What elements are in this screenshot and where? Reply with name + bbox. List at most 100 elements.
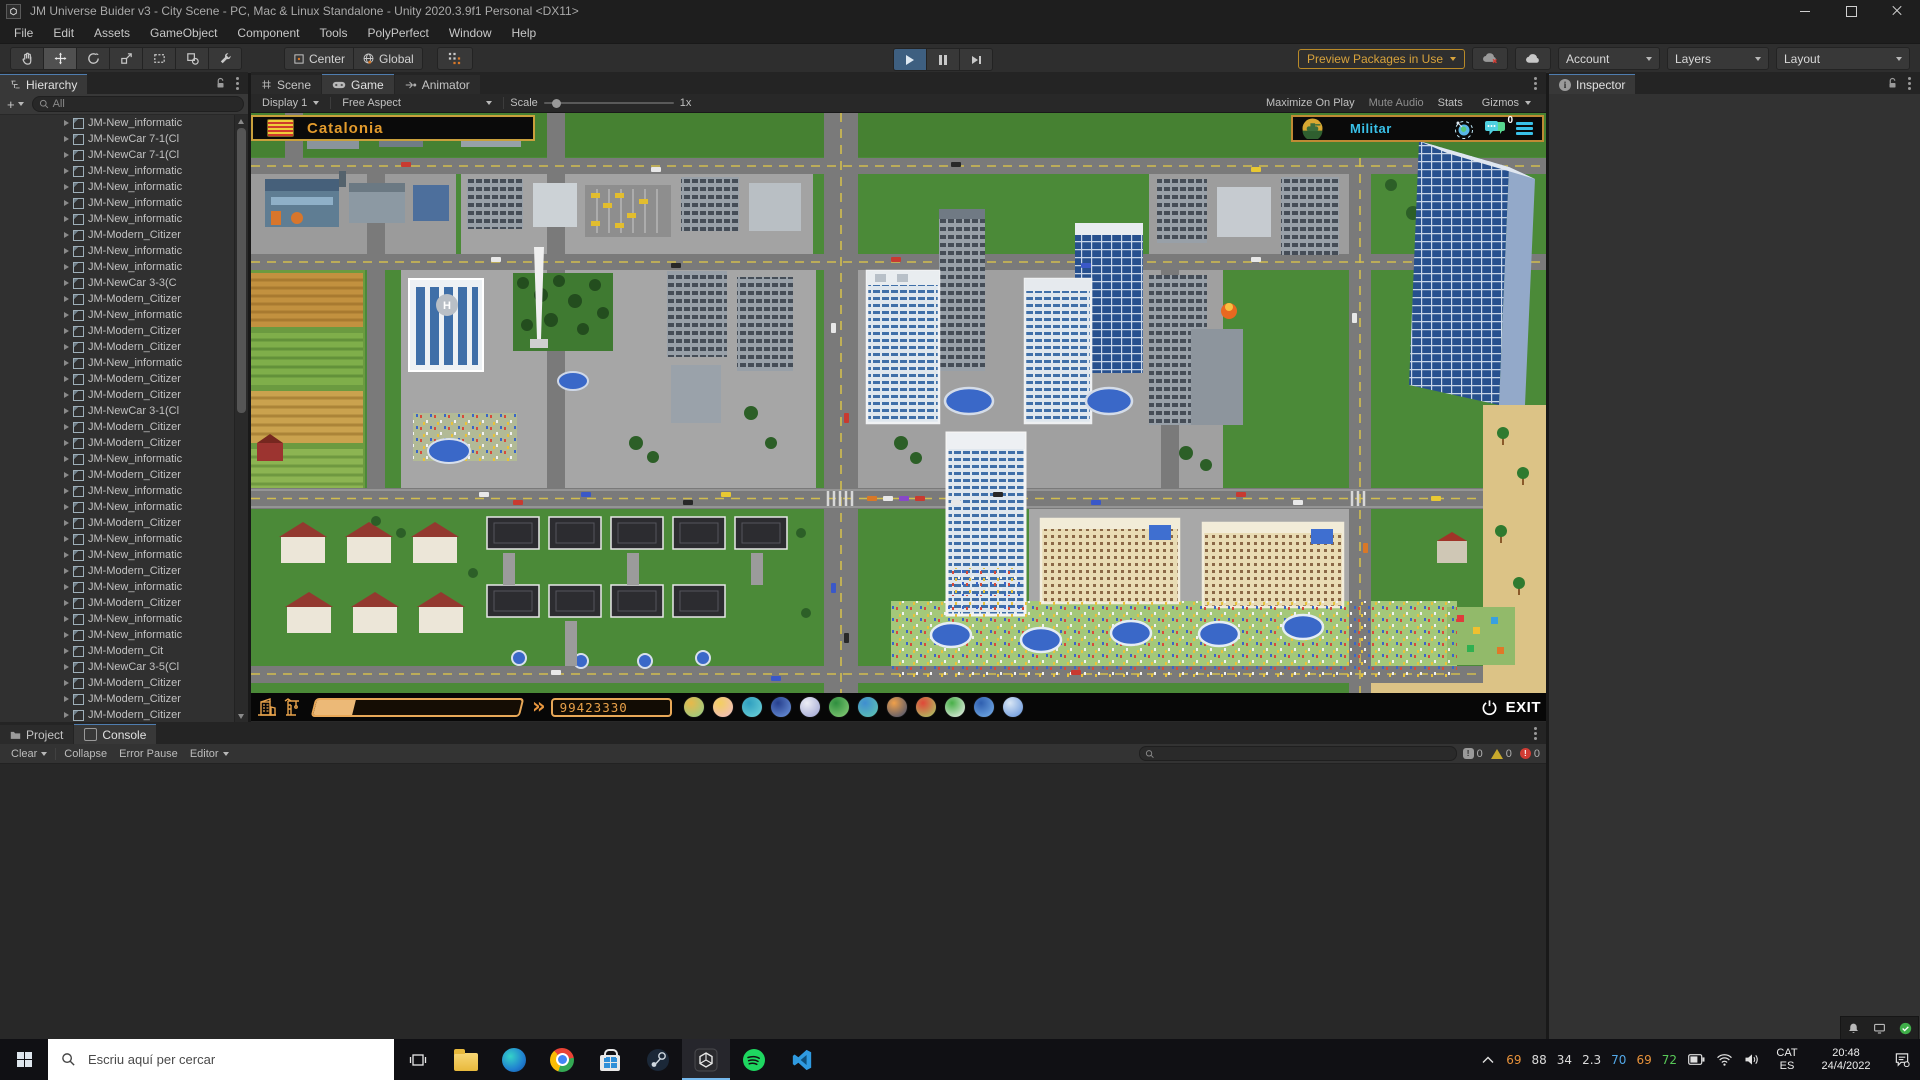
pivot-global-button[interactable]: Global: [353, 47, 423, 70]
layers-dropdown[interactable]: Layers: [1667, 47, 1769, 70]
space-astronaut-icon[interactable]: [799, 696, 821, 718]
chrome-browser-icon[interactable]: [538, 1039, 586, 1080]
clear-button[interactable]: Clear: [5, 746, 53, 761]
expand-arrow-icon[interactable]: [64, 440, 69, 446]
add-gameobject-button[interactable]: +: [4, 97, 27, 112]
hierarchy-item[interactable]: JM-New_informatic: [0, 307, 248, 323]
hierarchy-item[interactable]: JM-Modern_Citizer: [0, 707, 248, 723]
expand-arrow-icon[interactable]: [64, 280, 69, 286]
expand-arrow-icon[interactable]: [64, 232, 69, 238]
tab-game[interactable]: Game: [322, 74, 394, 94]
hierarchy-item[interactable]: JM-NewCar 7-1(Cl: [0, 147, 248, 163]
hierarchy-item[interactable]: JM-New_informatic: [0, 499, 248, 515]
error-filter-badge[interactable]: !0: [1520, 748, 1540, 760]
grid-snapping-button[interactable]: [437, 47, 473, 70]
rotate-tool-icon[interactable]: [76, 47, 109, 70]
hierarchy-item[interactable]: JM-Modern_Citizer: [0, 339, 248, 355]
steam-icon[interactable]: [634, 1039, 682, 1080]
vscode-icon[interactable]: [778, 1039, 826, 1080]
hierarchy-item[interactable]: JM-Modern_Citizer: [0, 563, 248, 579]
console-menu-icon[interactable]: [1534, 732, 1537, 735]
expand-arrow-icon[interactable]: [64, 680, 69, 686]
expand-arrow-icon[interactable]: [64, 632, 69, 638]
expand-arrow-icon[interactable]: [64, 568, 69, 574]
expand-arrow-icon[interactable]: [64, 616, 69, 622]
lock-icon[interactable]: [1887, 77, 1898, 89]
warning-filter-badge[interactable]: 0: [1491, 748, 1512, 760]
expand-arrow-icon[interactable]: [64, 392, 69, 398]
menu-tools[interactable]: Tools: [309, 26, 357, 40]
close-icon[interactable]: [1874, 0, 1920, 22]
step-button[interactable]: [959, 48, 993, 71]
task-view-button[interactable]: [394, 1039, 442, 1080]
clock[interactable]: 20:48 24/4/2022: [1808, 1047, 1884, 1073]
hierarchy-item[interactable]: JM-New_informatic: [0, 243, 248, 259]
menu-edit[interactable]: Edit: [43, 26, 84, 40]
faction-menu-icon[interactable]: [1516, 122, 1533, 135]
technology-chip-icon[interactable]: [770, 696, 792, 718]
hierarchy-menu-icon[interactable]: [236, 82, 239, 85]
mute-audio-toggle[interactable]: Mute Audio: [1369, 97, 1424, 109]
expand-arrow-icon[interactable]: [64, 216, 69, 222]
expand-arrow-icon[interactable]: [64, 248, 69, 254]
hierarchy-search-input[interactable]: All: [32, 96, 244, 112]
hierarchy-item[interactable]: JM-Modern_Citizer: [0, 419, 248, 435]
console-search-input[interactable]: [1139, 746, 1457, 761]
expand-arrow-icon[interactable]: [64, 584, 69, 590]
hierarchy-item[interactable]: JM-Modern_Citizer: [0, 435, 248, 451]
hierarchy-item[interactable]: JM-Modern_Citizer: [0, 387, 248, 403]
faction-panel[interactable]: Militar 0: [1291, 115, 1544, 142]
pause-button[interactable]: [926, 48, 959, 71]
collab-icon[interactable]: [1472, 47, 1508, 70]
game-panel-menu-icon[interactable]: [1534, 82, 1537, 85]
hierarchy-item[interactable]: JM-New_informatic: [0, 115, 248, 131]
move-tool-icon[interactable]: [43, 47, 76, 70]
hierarchy-item[interactable]: JM-New_informatic: [0, 211, 248, 227]
account-dropdown[interactable]: Account: [1558, 47, 1660, 70]
economy-globe-icon[interactable]: [683, 696, 705, 718]
expand-chevrons-icon[interactable]: »: [532, 694, 543, 718]
expand-arrow-icon[interactable]: [64, 296, 69, 302]
language-indicator[interactable]: CAT ES: [1766, 1047, 1808, 1073]
expand-arrow-icon[interactable]: [64, 264, 69, 270]
night-planet-icon[interactable]: [886, 696, 908, 718]
expand-arrow-icon[interactable]: [64, 488, 69, 494]
expand-arrow-icon[interactable]: [64, 360, 69, 366]
display-icon[interactable]: [1873, 1022, 1886, 1035]
menu-polyperfect[interactable]: PolyPerfect: [357, 26, 438, 40]
taskbar-search-input[interactable]: [86, 1051, 340, 1068]
tab-project[interactable]: Project: [0, 725, 73, 744]
menu-file[interactable]: File: [4, 26, 43, 40]
maximize-icon[interactable]: [1828, 0, 1874, 22]
spotify-icon[interactable]: [730, 1039, 778, 1080]
microsoft-store-icon[interactable]: [586, 1039, 634, 1080]
expand-arrow-icon[interactable]: [64, 696, 69, 702]
expand-arrow-icon[interactable]: [64, 152, 69, 158]
tab-hierarchy[interactable]: Hierarchy: [0, 74, 87, 94]
hierarchy-item[interactable]: JM-New_informatic: [0, 547, 248, 563]
tab-inspector[interactable]: i Inspector: [1549, 74, 1635, 94]
expand-arrow-icon[interactable]: [64, 312, 69, 318]
stats-toggle[interactable]: Stats: [1438, 97, 1463, 109]
info-filter-badge[interactable]: !0: [1463, 748, 1483, 760]
menu-window[interactable]: Window: [439, 26, 502, 40]
hierarchy-item[interactable]: JM-Modern_Cit: [0, 643, 248, 659]
hierarchy-item[interactable]: JM-New_informatic: [0, 259, 248, 275]
expand-arrow-icon[interactable]: [64, 536, 69, 542]
hierarchy-item[interactable]: JM-New_informatic: [0, 179, 248, 195]
transform-tool-icon[interactable]: [175, 47, 208, 70]
console-log-area[interactable]: [0, 764, 1546, 1040]
expand-arrow-icon[interactable]: [64, 408, 69, 414]
statistics-chart-icon[interactable]: [944, 696, 966, 718]
expand-arrow-icon[interactable]: [64, 520, 69, 526]
expand-arrow-icon[interactable]: [64, 184, 69, 190]
aspect-dropdown[interactable]: Free Aspect: [337, 97, 497, 109]
map-pin-icon[interactable]: [915, 696, 937, 718]
hierarchy-item[interactable]: JM-Modern_Citizer: [0, 691, 248, 707]
layout-dropdown[interactable]: Layout: [1776, 47, 1910, 70]
expand-arrow-icon[interactable]: [64, 504, 69, 510]
minimize-icon[interactable]: [1782, 0, 1828, 22]
hierarchy-item[interactable]: JM-New_informatic: [0, 627, 248, 643]
expand-arrow-icon[interactable]: [64, 328, 69, 334]
edge-browser-icon[interactable]: [490, 1039, 538, 1080]
